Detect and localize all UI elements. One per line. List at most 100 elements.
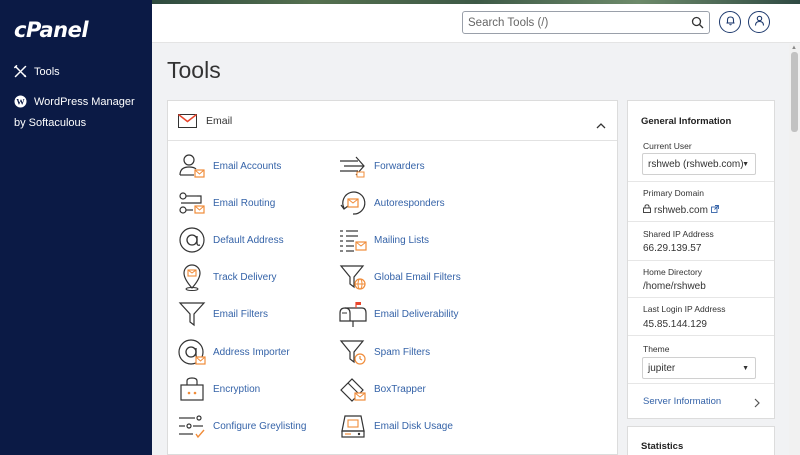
tool-label: Forwarders bbox=[374, 160, 425, 172]
external-link-icon bbox=[710, 204, 719, 216]
email-accounts-icon bbox=[177, 151, 207, 181]
shared-ip-row: Shared IP Address 66.29.139.57 bbox=[628, 221, 774, 260]
server-information-row[interactable]: Server Information bbox=[628, 383, 774, 419]
tool-address-importer[interactable]: Address Importer bbox=[177, 337, 290, 367]
mailing-list-icon bbox=[338, 225, 368, 255]
general-information-title: General Information bbox=[641, 116, 732, 127]
general-information-panel: General Information Current User rshweb … bbox=[627, 100, 775, 419]
tool-forwarders[interactable]: Forwarders bbox=[338, 151, 425, 181]
tool-email-filters[interactable]: Email Filters bbox=[177, 299, 268, 329]
disk-usage-icon bbox=[338, 411, 368, 441]
tool-boxtrapper[interactable]: BoxTrapper bbox=[338, 374, 426, 404]
tool-label: Email Routing bbox=[213, 197, 276, 209]
scroll-up-icon[interactable]: ▲ bbox=[791, 45, 797, 51]
caret-down-icon: ▼ bbox=[742, 161, 749, 168]
tools-icon bbox=[14, 65, 27, 78]
sidebar-item-tools[interactable]: Tools bbox=[14, 65, 60, 78]
funnel-icon bbox=[177, 299, 207, 329]
at-sign-icon bbox=[177, 225, 207, 255]
cpanel-logo[interactable]: cPanel bbox=[14, 18, 89, 42]
server-information-link[interactable]: Server Information bbox=[643, 396, 721, 407]
tool-configure-greylisting[interactable]: Configure Greylisting bbox=[177, 411, 306, 441]
encryption-icon bbox=[177, 374, 207, 404]
home-directory-row: Home Directory /home/rshweb bbox=[628, 260, 774, 297]
theme-label: Theme bbox=[643, 344, 670, 354]
caret-down-icon: ▼ bbox=[742, 365, 749, 372]
last-login-value: 45.85.144.129 bbox=[643, 319, 707, 330]
primary-domain-value: rshweb.com bbox=[654, 204, 708, 216]
mailbox-icon bbox=[338, 299, 368, 329]
greylisting-icon bbox=[177, 411, 207, 441]
wordpress-icon: W bbox=[14, 95, 27, 108]
sidebar-item-sublabel: by Softaculous bbox=[14, 117, 87, 129]
page-scrollbar[interactable]: ▲ bbox=[789, 44, 800, 455]
email-routing-icon bbox=[177, 188, 207, 218]
current-user-value: rshweb (rshweb.com) bbox=[648, 158, 744, 170]
home-directory-value: /home/rshweb bbox=[643, 281, 706, 292]
theme-row: Theme jupiter ▼ bbox=[628, 335, 774, 383]
tool-label: Default Address bbox=[213, 234, 284, 246]
tool-encryption[interactable]: Encryption bbox=[177, 374, 260, 404]
tool-mailing-lists[interactable]: Mailing Lists bbox=[338, 225, 429, 255]
search-input[interactable] bbox=[468, 16, 683, 29]
tool-spam-filters[interactable]: Spam Filters bbox=[338, 337, 430, 367]
tool-default-address[interactable]: Default Address bbox=[177, 225, 284, 255]
chevron-right-icon[interactable] bbox=[754, 395, 760, 413]
lock-icon bbox=[643, 204, 651, 216]
shared-ip-label: Shared IP Address bbox=[643, 229, 714, 239]
tool-label: Configure Greylisting bbox=[213, 420, 307, 432]
svg-text:W: W bbox=[16, 97, 25, 107]
home-directory-label: Home Directory bbox=[643, 267, 703, 277]
current-user-row: Current User rshweb (rshweb.com) ▼ bbox=[628, 131, 774, 181]
top-header bbox=[152, 4, 800, 43]
bell-icon bbox=[725, 13, 736, 31]
tool-label: Email Disk Usage bbox=[374, 420, 453, 432]
autoresponders-icon bbox=[338, 188, 368, 218]
tool-label: Address Importer bbox=[213, 346, 290, 358]
user-icon bbox=[754, 13, 765, 31]
primary-domain-row: Primary Domain rshweb.com bbox=[628, 181, 774, 221]
statistics-title: Statistics bbox=[641, 441, 684, 452]
last-login-row: Last Login IP Address 45.85.144.129 bbox=[628, 297, 774, 335]
theme-value: jupiter bbox=[648, 362, 676, 374]
sidebar-item-label: WordPress Manager bbox=[34, 95, 135, 108]
email-panel: Email Email Accounts Forwarders Email Ro… bbox=[167, 100, 618, 455]
tool-label: Track Delivery bbox=[213, 271, 277, 283]
current-user-label: Current User bbox=[643, 141, 692, 151]
tool-global-email-filters[interactable]: Global Email Filters bbox=[338, 262, 461, 292]
tool-label: Global Email Filters bbox=[374, 271, 461, 283]
tool-email-routing[interactable]: Email Routing bbox=[177, 188, 275, 218]
tool-label: Mailing Lists bbox=[374, 234, 430, 246]
statistics-panel: Statistics bbox=[627, 426, 775, 455]
tool-label: Email Deliverability bbox=[374, 308, 459, 320]
tool-email-accounts[interactable]: Email Accounts bbox=[177, 151, 281, 181]
scrollbar-thumb[interactable] bbox=[791, 52, 798, 132]
theme-select[interactable]: jupiter ▼ bbox=[642, 357, 756, 379]
tool-label: Spam Filters bbox=[374, 346, 431, 358]
location-pin-icon bbox=[177, 262, 207, 292]
address-importer-icon bbox=[177, 337, 207, 367]
primary-domain-link[interactable]: rshweb.com bbox=[643, 204, 719, 216]
global-filter-icon bbox=[338, 262, 368, 292]
panel-title: Email bbox=[206, 114, 233, 127]
current-user-select[interactable]: rshweb (rshweb.com) ▼ bbox=[642, 153, 756, 175]
tool-label: Encryption bbox=[213, 383, 261, 395]
boxtrapper-icon bbox=[338, 374, 368, 404]
spam-filter-icon bbox=[338, 337, 368, 367]
sidebar-item-label: Tools bbox=[34, 65, 60, 78]
search-icon[interactable] bbox=[691, 16, 704, 34]
tool-email-deliverability[interactable]: Email Deliverability bbox=[338, 299, 458, 329]
sidebar-item-wordpress-manager[interactable]: W WordPress Manager bbox=[14, 95, 135, 108]
chevron-up-icon[interactable] bbox=[596, 116, 606, 134]
forwarders-icon bbox=[338, 151, 368, 181]
last-login-label: Last Login IP Address bbox=[643, 304, 726, 314]
notifications-button[interactable] bbox=[719, 11, 741, 33]
tool-label: BoxTrapper bbox=[374, 383, 426, 395]
user-menu-button[interactable] bbox=[748, 11, 770, 33]
email-panel-header[interactable]: Email bbox=[168, 101, 617, 141]
tool-track-delivery[interactable]: Track Delivery bbox=[177, 262, 277, 292]
tool-email-disk-usage[interactable]: Email Disk Usage bbox=[338, 411, 453, 441]
envelope-icon bbox=[178, 113, 197, 128]
tool-autoresponders[interactable]: Autoresponders bbox=[338, 188, 445, 218]
tool-label: Email Filters bbox=[213, 308, 269, 320]
